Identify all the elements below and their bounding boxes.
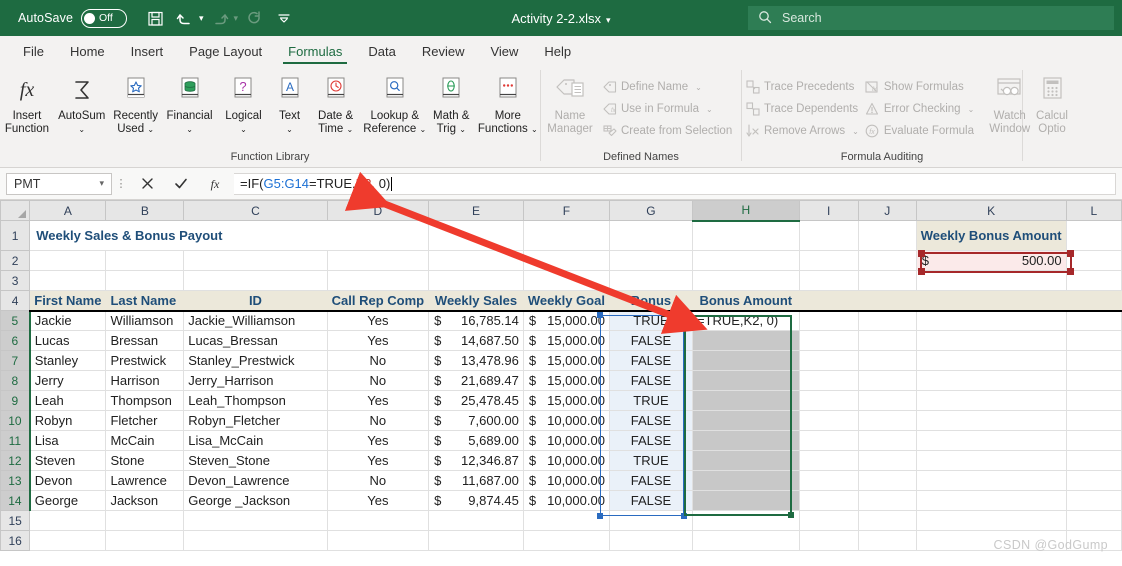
excel-window: AutoSave Off ▾ ▾ Activity 2-2.xlsx ▾ Sea… — [0, 0, 1122, 566]
red-double-arrow-annotation — [344, 171, 708, 334]
